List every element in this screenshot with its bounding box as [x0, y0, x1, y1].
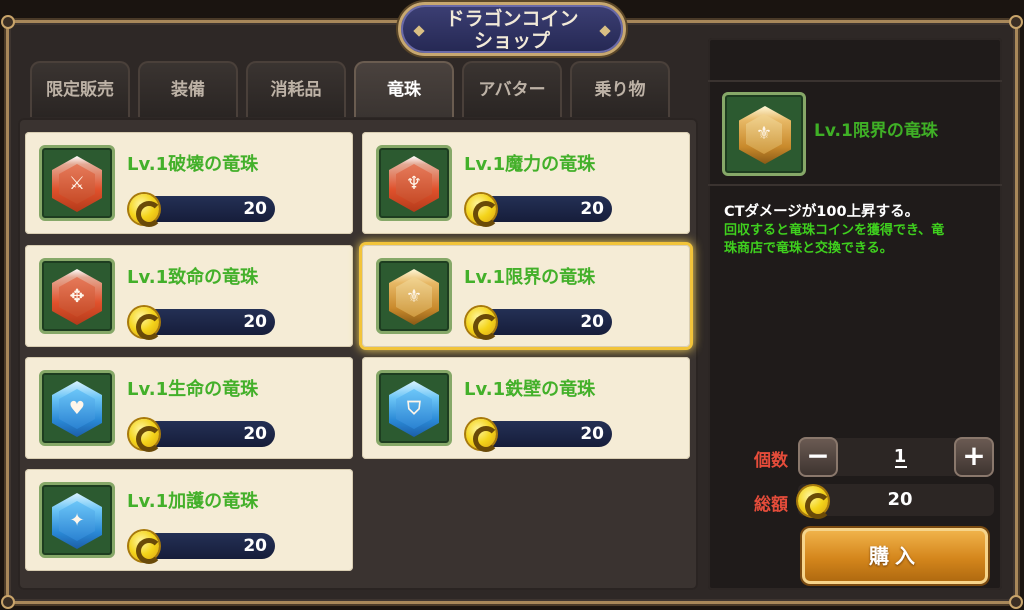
star-shield-icon: ✦ — [52, 493, 102, 549]
tab-label: アバター — [478, 80, 546, 100]
item-icon-frame: ⚜ — [722, 92, 806, 176]
tab-mounts[interactable]: 乗り物 — [570, 61, 670, 117]
quantity-cursor — [895, 466, 907, 468]
detail-item-icon: ⚜ — [722, 92, 806, 176]
dragon-coin-icon — [129, 531, 162, 564]
tab-label: 竜珠 — [387, 80, 421, 100]
heart-icon: ♥ — [52, 381, 102, 437]
item-icon-frame: ⛉ — [376, 370, 452, 446]
frame-corner-ornament — [1, 15, 15, 29]
sword-icon: ⚔ — [52, 156, 102, 212]
item-effect-text: CTダメージが100上昇する。 — [724, 204, 920, 220]
item-name: Lv.1生命の竜珠 — [127, 379, 259, 400]
item-icon-frame: ♥ — [39, 370, 115, 446]
dragon-coin-icon — [129, 194, 162, 227]
quantity-label: 個数 — [754, 451, 788, 471]
item-price: 20 — [580, 199, 604, 219]
title-line-1: ドラゴンコイン — [445, 8, 579, 30]
item-note-line-1: 回収すると竜珠コインを獲得でき、竜 — [724, 223, 945, 238]
dragon-coin-icon — [466, 194, 499, 227]
divider — [708, 80, 1002, 82]
dragon-coin-icon — [466, 419, 499, 452]
shield-icon: ⛉ — [389, 381, 439, 437]
item-note-text: 回収すると竜珠コインを獲得でき、竜 珠商店で竜珠と交換できる。 — [724, 222, 996, 258]
shop-title: ドラゴンコイン ショップ — [398, 2, 626, 56]
item-name: Lv.1加護の竜珠 — [127, 491, 259, 512]
item-card[interactable]: ⛉ Lv.1鉄壁の竜珠 20 — [362, 357, 690, 459]
buy-button[interactable]: 購入 — [802, 528, 988, 584]
item-card[interactable]: ✥ Lv.1致命の竜珠 20 — [25, 245, 353, 347]
dragon-coin-icon — [129, 419, 162, 452]
tab-dragon-orbs[interactable]: 竜珠 — [354, 61, 454, 117]
tab-label: 消耗品 — [270, 80, 322, 100]
item-icon-frame: ✥ — [39, 258, 115, 334]
item-icon-frame: ♆ — [376, 145, 452, 221]
tab-equipment[interactable]: 装備 — [138, 61, 238, 117]
item-price: 20 — [243, 536, 267, 556]
item-card[interactable]: ♥ Lv.1生命の竜珠 20 — [25, 357, 353, 459]
divider — [708, 184, 1002, 186]
item-icon-frame: ✦ — [39, 482, 115, 558]
item-price: 20 — [580, 424, 604, 444]
frame-corner-ornament — [1009, 595, 1023, 609]
frame-corner-ornament — [1009, 15, 1023, 29]
item-price: 20 — [243, 424, 267, 444]
title-line-2: ショップ — [473, 30, 550, 52]
total-price-value: 20 — [887, 489, 913, 510]
critical-icon: ✥ — [52, 269, 102, 325]
item-icon-frame: ⚔ — [39, 145, 115, 221]
item-price: 20 — [580, 312, 604, 332]
tab-consumables[interactable]: 消耗品 — [246, 61, 346, 117]
item-price: 20 — [243, 199, 267, 219]
detail-item-name: Lv.1限界の竜珠 — [814, 121, 938, 141]
quantity-value[interactable]: 1 — [860, 440, 940, 474]
total-label: 総額 — [754, 495, 788, 515]
item-card[interactable]: ♆ Lv.1魔力の竜珠 20 — [362, 132, 690, 234]
item-name: Lv.1鉄壁の竜珠 — [464, 379, 596, 400]
crest-icon: ⚜ — [739, 106, 791, 164]
item-card-selected[interactable]: ⚜ Lv.1限界の竜珠 20 — [362, 245, 690, 347]
item-card[interactable]: ✦ Lv.1加護の竜珠 20 — [25, 469, 353, 571]
item-card[interactable]: ⚔ Lv.1破壊の竜珠 20 — [25, 132, 353, 234]
dragon-coin-icon — [466, 307, 499, 340]
increase-quantity-button[interactable]: + — [954, 437, 994, 477]
dragon-coin-icon — [798, 486, 831, 519]
magic-blade-icon: ♆ — [389, 156, 439, 212]
tab-label: 限定販売 — [46, 80, 114, 100]
tab-label: 装備 — [171, 80, 205, 100]
decrease-quantity-button[interactable]: − — [798, 437, 838, 477]
item-name: Lv.1限界の竜珠 — [464, 267, 596, 288]
tab-limited-sale[interactable]: 限定販売 — [30, 61, 130, 117]
item-price: 20 — [243, 312, 267, 332]
tab-avatar[interactable]: アバター — [462, 61, 562, 117]
frame-corner-ornament — [1, 595, 15, 609]
item-name: Lv.1致命の竜珠 — [127, 267, 259, 288]
tab-label: 乗り物 — [594, 80, 646, 100]
crest-icon: ⚜ — [389, 269, 439, 325]
item-icon-frame: ⚜ — [376, 258, 452, 334]
dragon-coin-icon — [129, 307, 162, 340]
item-name: Lv.1魔力の竜珠 — [464, 154, 596, 175]
item-note-line-2: 珠商店で竜珠と交換できる。 — [724, 241, 893, 256]
item-name: Lv.1破壊の竜珠 — [127, 154, 259, 175]
